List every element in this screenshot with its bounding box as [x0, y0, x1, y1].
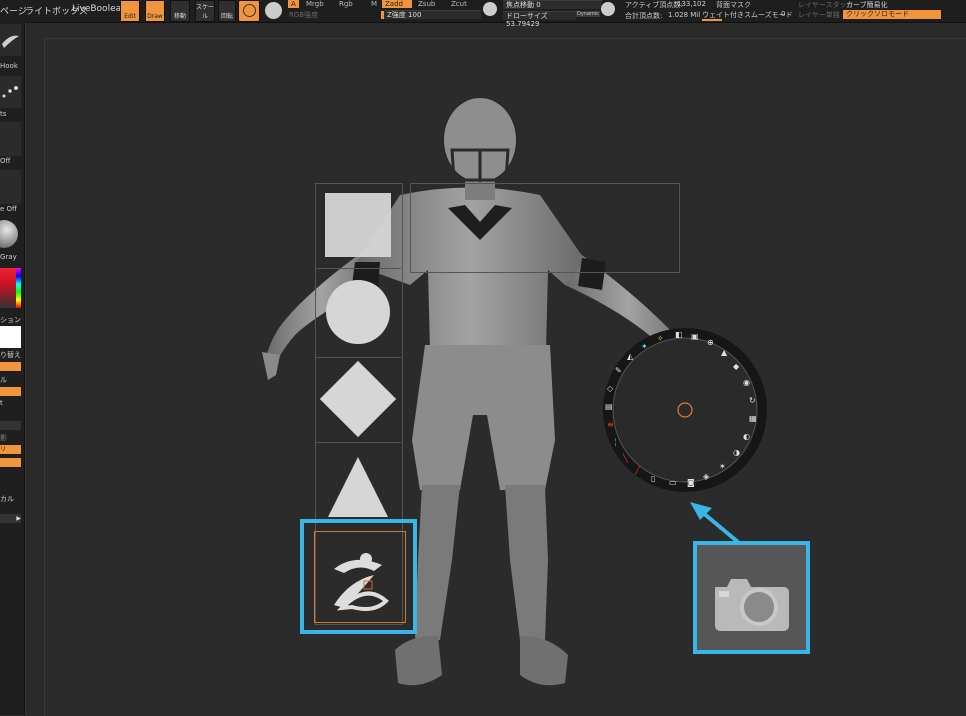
- ring-item-25-icon[interactable]: ✧: [657, 334, 664, 343]
- zbrush-logo-icon[interactable]: [304, 523, 413, 630]
- ring-item-12-icon[interactable]: ◈: [703, 472, 709, 481]
- ring-item-21-icon[interactable]: ◇: [607, 384, 613, 393]
- square-shape-icon: [325, 193, 391, 257]
- camera-zoom-callout: [693, 541, 810, 654]
- ring-item-15-icon[interactable]: ▯: [651, 474, 655, 483]
- triangle-shape-icon: [328, 457, 388, 517]
- ring-item-17-icon[interactable]: ╲: [623, 454, 628, 463]
- circle-shape-icon: [326, 280, 390, 344]
- ring-item-4-icon[interactable]: ▲: [721, 348, 727, 357]
- ring-item-23-icon[interactable]: ◭: [627, 352, 633, 361]
- ring-item-18-icon[interactable]: ╎: [613, 438, 618, 447]
- ring-item-3-icon[interactable]: ⊕: [707, 338, 714, 347]
- square-shape-cell[interactable]: [315, 183, 401, 269]
- ring-item-6-icon[interactable]: ◉: [743, 378, 750, 387]
- ring-item-9-icon[interactable]: ◐: [743, 432, 750, 441]
- ring-item-8-icon[interactable]: ▦: [749, 414, 757, 423]
- diamond-shape-cell[interactable]: [315, 358, 401, 443]
- camera-icon: [697, 545, 806, 650]
- ring-item-19-icon[interactable]: ≡: [607, 420, 614, 429]
- ring-item-2-icon[interactable]: ▣: [691, 332, 699, 341]
- ring-item-11-icon[interactable]: ✶: [719, 462, 726, 471]
- triangle-shape-cell[interactable]: [315, 443, 401, 523]
- sculpt-figure: [262, 98, 697, 686]
- ring-item-24-icon[interactable]: ✦: [641, 342, 648, 351]
- empty-thumbnail-frame: [410, 183, 680, 273]
- ring-item-7-icon[interactable]: ↻: [749, 396, 756, 405]
- ring-item-16-icon[interactable]: ╱: [635, 466, 640, 475]
- ring-item-22-icon[interactable]: ✎: [615, 366, 622, 375]
- logo-callout-box: [300, 519, 417, 634]
- diamond-shape-icon: [319, 360, 397, 438]
- camera-ring-icon[interactable]: ◙: [687, 478, 695, 487]
- ring-item-14-icon[interactable]: ▭: [669, 478, 677, 487]
- radial-menu-ring[interactable]: ◧ ▣ ⊕ ▲ ◆ ◉ ↻ ▦ ◐ ◑ ✶ ◈ ◙ ▭ ▯ ╱ ╲ ╎ ≡ ▤ …: [603, 328, 767, 492]
- ring-item-10-icon[interactable]: ◑: [733, 448, 740, 457]
- ring-item-1-icon[interactable]: ◧: [675, 330, 683, 339]
- circle-shape-cell[interactable]: [315, 269, 401, 358]
- ring-item-5-icon[interactable]: ◆: [733, 362, 739, 371]
- ring-item-20-icon[interactable]: ▤: [605, 402, 613, 411]
